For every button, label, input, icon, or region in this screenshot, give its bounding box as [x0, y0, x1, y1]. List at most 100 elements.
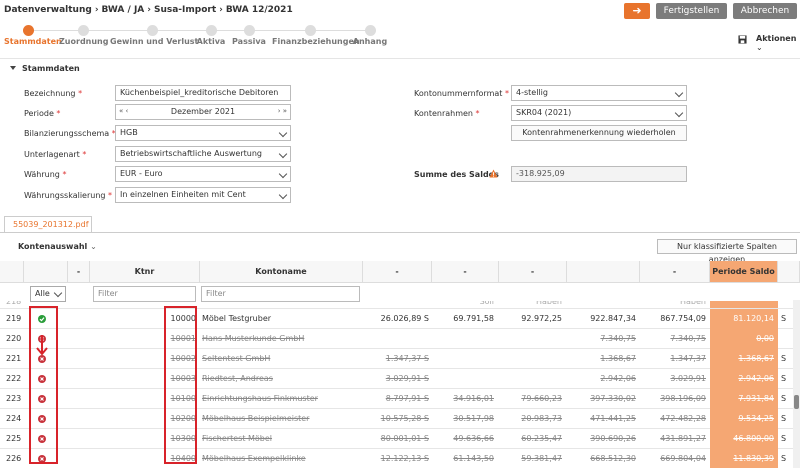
table-row[interactable]: 222 10003 Riedtest, Andreas 3.029,91 S 2.942…	[0, 369, 800, 389]
table-row[interactable]: 220 10001 Hans Musterkunde GmbH 7.340,75 7.3…	[0, 329, 800, 349]
select-value: SKR04 (2021)	[516, 108, 572, 117]
header-ktnr[interactable]: Ktnr	[90, 261, 200, 283]
value-cell: 8.797,91 S	[385, 394, 429, 403]
saldo-value: 2.942,06	[738, 374, 774, 383]
saldo-value: 7.931,84	[738, 394, 774, 403]
step-gewinn-und-verlust[interactable]: Gewinn und Verlust	[110, 22, 198, 46]
step-stammdaten[interactable]: Stammdaten	[4, 22, 62, 46]
header-cell[interactable]: -	[640, 261, 710, 283]
table-row[interactable]: 223 10100 Einrichtungshaus Finkmuster 8.797…	[0, 389, 800, 409]
step-finanzbeziehungen[interactable]: Finanzbeziehungen	[272, 22, 360, 46]
step-dot	[304, 25, 316, 36]
value-cell: 80.001,01 S	[380, 434, 429, 443]
vertical-scrollbar[interactable]	[793, 300, 800, 468]
step-zuordnung[interactable]: Zuordnung	[59, 22, 108, 46]
saldo-side-cell	[781, 329, 791, 349]
header-periode-saldo[interactable]: Periode Saldo	[710, 261, 778, 283]
row-index: 223	[6, 394, 22, 403]
value-cell: 92.972,25	[521, 314, 562, 323]
table-row[interactable]: 225 10300 Fischertest Möbel 80.001,01 S 49.6…	[0, 429, 800, 449]
kontoname-filter-input[interactable]: Filter	[201, 286, 360, 302]
periode-picker[interactable]: « ‹ Dezember 2021 › »	[115, 104, 291, 120]
step-label: Aktiva	[196, 37, 226, 46]
summe-saldos-label: Summe des Saldos	[414, 170, 499, 179]
header-cell[interactable]: -	[68, 261, 90, 283]
ktnr-filter-input[interactable]: Filter	[93, 286, 196, 302]
kontoname-cell: Hans Musterkunde GmbH	[202, 334, 305, 343]
waehrungsskalierung-select[interactable]: In einzelnen Einheiten mit Cent	[115, 187, 291, 203]
section-header[interactable]: Stammdaten	[0, 58, 800, 78]
header-kontoname[interactable]: Kontoname	[200, 261, 363, 283]
value-cell: 390.690,26	[590, 434, 636, 443]
header-cell	[778, 261, 800, 283]
value-cell: 20.983,73	[521, 414, 562, 423]
arrow-down-icon	[36, 335, 48, 356]
kontenrahmen-erkennung-button[interactable]: Kontenrahmenerkennung wiederholen	[511, 125, 687, 141]
table-row[interactable]: 224 10200 Möbelhaus Beispielmeister 10.575,…	[0, 409, 800, 429]
saldo-side-cell: S	[781, 394, 787, 403]
select-value: Alle	[35, 289, 50, 298]
next-step-button[interactable]: ➜	[624, 3, 650, 19]
saldo-value: 11.830,39	[733, 454, 774, 463]
bilanzierungsschema-select[interactable]: HGB	[115, 125, 291, 141]
breadcrumb-item[interactable]: Datenverwaltung	[4, 5, 92, 15]
kontoname-cell: Möbelhaus Beispielmeister	[202, 414, 310, 423]
step-passiva[interactable]: Passiva	[232, 22, 266, 46]
finish-button[interactable]: Fertigstellen	[656, 3, 727, 19]
kontonummernformat-label: Kontonummernformat *	[414, 89, 509, 98]
row-index: 218	[6, 301, 22, 306]
breadcrumb-item[interactable]: BWA / JA	[102, 5, 145, 15]
header-cell[interactable]: -	[363, 261, 432, 283]
header-cell[interactable]: -	[499, 261, 567, 283]
kontonummernformat-select[interactable]: 4-stellig	[511, 85, 687, 101]
waehrung-select[interactable]: EUR - Euro	[115, 166, 291, 182]
saldo-value: 1.368,67	[738, 354, 774, 363]
value-cell: 1.368,67	[600, 354, 636, 363]
table-row[interactable]: 219 10000 Möbel Testgruber 26.026,89 S 69.79…	[0, 309, 800, 329]
chevron-down-icon	[674, 88, 684, 98]
value-cell: 12.122,13 S	[380, 454, 429, 463]
unterlagenart-select[interactable]: Betriebswirtschaftliche Auswertung	[115, 146, 291, 162]
kontenrahmen-select[interactable]: SKR04 (2021)	[511, 105, 687, 121]
breadcrumb-item[interactable]: Susa-Import	[154, 5, 216, 15]
cancel-button[interactable]: Abbrechen	[733, 3, 797, 19]
breadcrumb-item: BWA 12/2021	[225, 5, 293, 15]
step-anhang[interactable]: Anhang	[352, 22, 388, 46]
saldo-value: 0,00	[756, 334, 774, 343]
classified-columns-button[interactable]: Nur klassifizierte Spalten anzeigen	[657, 239, 797, 264]
value-cell: 7.340,75	[600, 334, 636, 343]
actions-menu[interactable]: Aktionen ⌄	[756, 34, 800, 52]
scrollbar-thumb[interactable]	[794, 395, 799, 409]
breadcrumb: Datenverwaltung › BWA / JA › Susa-Import › BWA…	[4, 5, 293, 15]
step-dot	[364, 25, 376, 36]
step-aktiva[interactable]: Aktiva	[196, 22, 226, 46]
value-cell: 26.026,89 S	[380, 314, 429, 323]
header-cell	[24, 261, 68, 283]
step-label: Passiva	[232, 37, 266, 46]
kontoname-cell: Fischertest Möbel	[202, 434, 273, 443]
value-cell: 61.143,50	[453, 454, 494, 463]
period-next-icon[interactable]: › »	[278, 107, 287, 115]
collapse-caret-icon[interactable]	[10, 66, 16, 70]
header-cell[interactable]: -	[432, 261, 499, 283]
top-bar: Datenverwaltung › BWA / JA › Susa-Import › BWA…	[0, 0, 800, 22]
kontenauswahl-toggle[interactable]: Kontenauswahl ⌄	[18, 242, 97, 251]
periode-label: Periode *	[24, 109, 61, 118]
save-icon[interactable]	[738, 35, 747, 44]
header-cell[interactable]	[567, 261, 640, 283]
status-filter-select[interactable]: Alle	[30, 286, 66, 302]
tab-document[interactable]: 55039_201312.pdf	[4, 216, 92, 233]
table-row: 218 Soll Haben Haben	[0, 301, 800, 309]
bezeichnung-input[interactable]: Küchenbeispiel_kreditorische Debitoren	[115, 85, 291, 101]
value-cell: 2.942,06	[600, 374, 636, 383]
table-row[interactable]: 221 10002 Seltentest GmbH 1.347,37 S 1.368,6…	[0, 349, 800, 369]
kontoname-cell: Möbelhaus Exempelklinke	[202, 454, 306, 463]
value-cell: 34.916,01	[453, 394, 494, 403]
step-label: Stammdaten	[4, 37, 62, 46]
table-row[interactable]: 226 10400 Möbelhaus Exempelklinke 12.122,13…	[0, 449, 800, 468]
select-value: EUR - Euro	[120, 169, 163, 178]
value-cell: 69.791,58	[453, 314, 494, 323]
chevron-down-icon	[278, 190, 288, 200]
value-cell: 1.347,37	[670, 354, 706, 363]
bilanzierungsschema-label: Bilanzierungsschema *	[24, 129, 116, 138]
